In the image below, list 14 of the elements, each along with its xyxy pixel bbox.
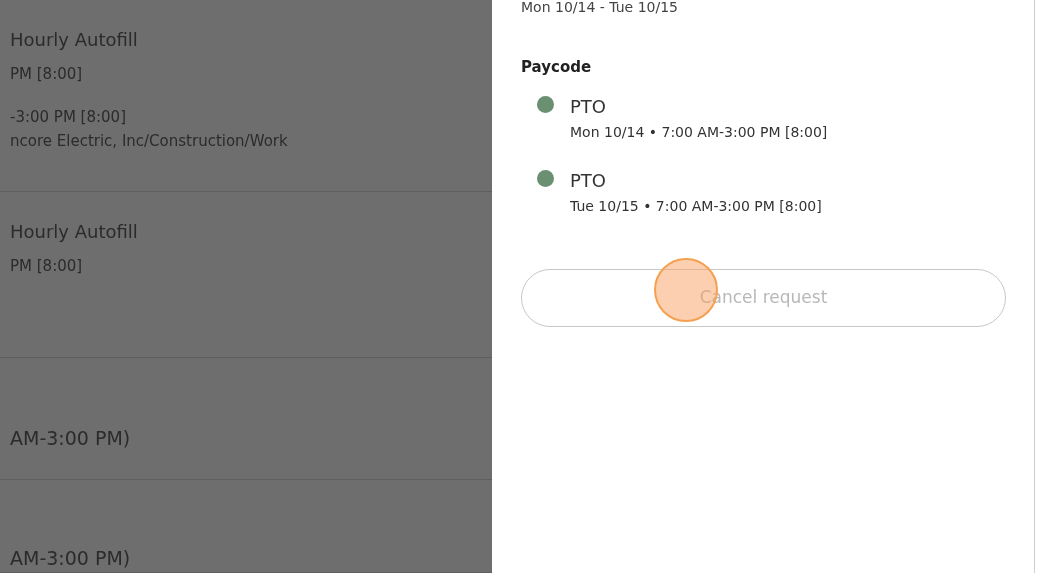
section-title: Paycode: [521, 57, 593, 78]
entry-title: Hourly Autofill: [10, 220, 139, 244]
paycode-name: PTO: [570, 94, 608, 119]
paycode-name: PTO: [570, 168, 608, 193]
entry-detail: AM-3:00 PM): [10, 426, 132, 451]
entry-detail: ncore Electric, Inc/Construction/Work: [10, 131, 289, 152]
date-range: Mon 10/14 - Tue 10/15: [521, 0, 679, 17]
entry-detail: PM [8:00]: [10, 64, 84, 85]
entry-detail: PM [8:00]: [10, 256, 84, 277]
entry-title: Hourly Autofill: [10, 28, 139, 52]
entry-detail: AM-3:00 PM): [10, 545, 132, 571]
paycode-detail: Mon 10/14 • 7:00 AM-3:00 PM [8:00]: [570, 122, 828, 142]
paycode-detail: Tue 10/15 • 7:00 AM-3:00 PM [8:00]: [570, 196, 822, 216]
entry-detail: -3:00 PM [8:00]: [10, 106, 127, 128]
